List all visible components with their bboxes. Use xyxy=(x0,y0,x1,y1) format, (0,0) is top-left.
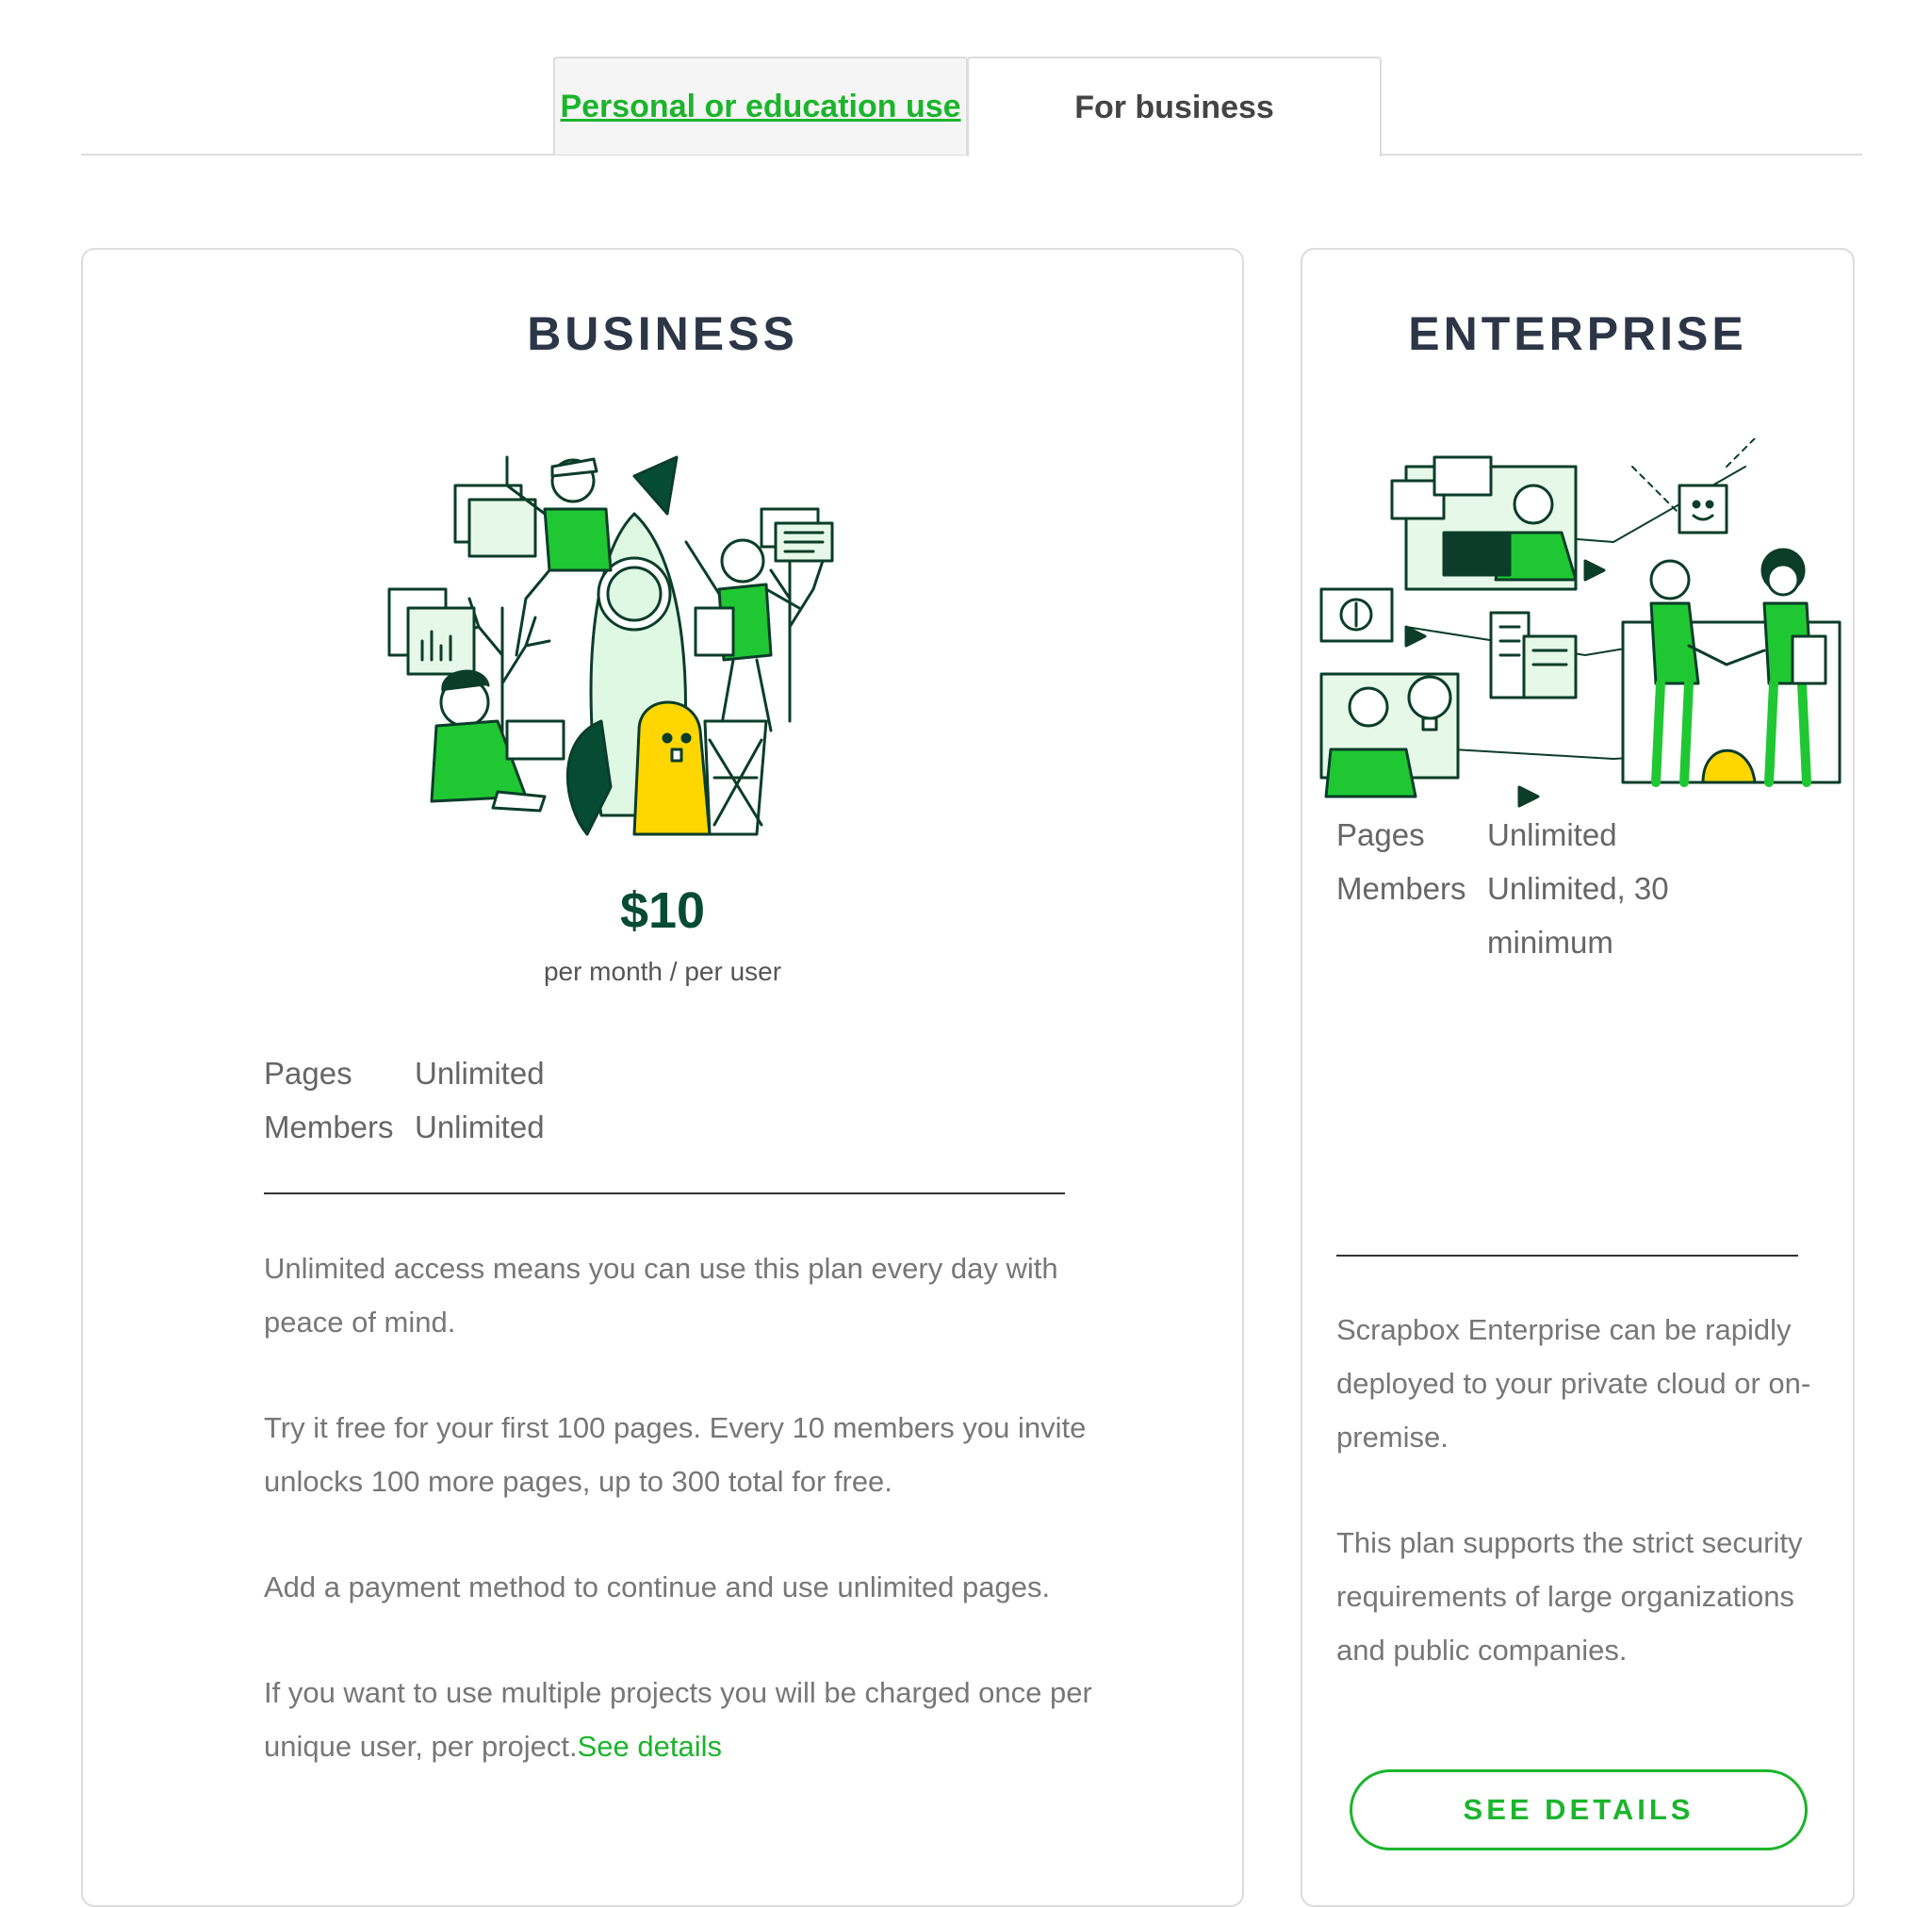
business-paragraph: Unlimited access means you can use this … xyxy=(264,1252,1058,1339)
enterprise-divider xyxy=(1336,1255,1798,1257)
see-details-link[interactable]: See details xyxy=(578,1730,722,1763)
enterprise-handshake-illustration xyxy=(1319,438,1842,808)
business-price: $10 xyxy=(619,882,706,939)
rocket-team-illustration xyxy=(387,455,834,836)
spec-key: Members xyxy=(1336,871,1466,906)
spec-key: Pages xyxy=(1336,817,1425,852)
spec-row-pages: Pages Unlimited xyxy=(1336,808,1826,862)
spec-value: Unlimited xyxy=(415,1110,545,1144)
business-specs: Pages Unlimited Members Unlimited xyxy=(264,1046,735,1154)
business-divider xyxy=(264,1192,1065,1194)
enterprise-paragraph: Scrapbox Enterprise can be rapidly deplo… xyxy=(1336,1313,1811,1454)
enterprise-description: Scrapbox Enterprise can be rapidly deplo… xyxy=(1336,1303,1817,1729)
business-plan-card: BUSINESS $10 per month / per user Pages … xyxy=(81,248,1244,1907)
spec-key: Pages xyxy=(264,1056,352,1091)
spec-value: Unlimited xyxy=(415,1056,545,1091)
spec-row-pages: Pages Unlimited xyxy=(264,1046,735,1100)
enterprise-specs: Pages Unlimited Members Unlimited, 30 mi… xyxy=(1336,808,1826,969)
business-paragraph: Try it free for your first 100 pages. Ev… xyxy=(264,1411,1087,1498)
business-description: Unlimited access means you can use this … xyxy=(264,1241,1093,1825)
spec-value: Unlimited, 30 minimum xyxy=(1487,871,1669,960)
spec-value: Unlimited xyxy=(1487,817,1617,852)
spec-key: Members xyxy=(264,1110,394,1144)
enterprise-plan-card: ENTERPRISE Pages Unlimited Members Unlim… xyxy=(1301,248,1855,1907)
business-paragraph-last: If you want to use multiple projects you… xyxy=(264,1666,1093,1773)
tab-for-business[interactable]: For business xyxy=(967,57,1382,156)
spec-row-members: Members Unlimited xyxy=(264,1100,735,1154)
business-price-unit: per month / per user xyxy=(543,957,782,986)
enterprise-plan-title: ENTERPRISE xyxy=(1408,307,1747,360)
spec-row-members: Members Unlimited, 30 minimum xyxy=(1336,862,1826,969)
business-paragraph: Add a payment method to continue and use… xyxy=(264,1570,1051,1603)
see-details-button[interactable]: SEE DETAILS xyxy=(1350,1769,1808,1850)
tab-personal-education[interactable]: Personal or education use xyxy=(553,57,968,155)
business-plan-title: BUSINESS xyxy=(527,307,798,360)
enterprise-paragraph: This plan supports the strict security r… xyxy=(1336,1526,1803,1667)
